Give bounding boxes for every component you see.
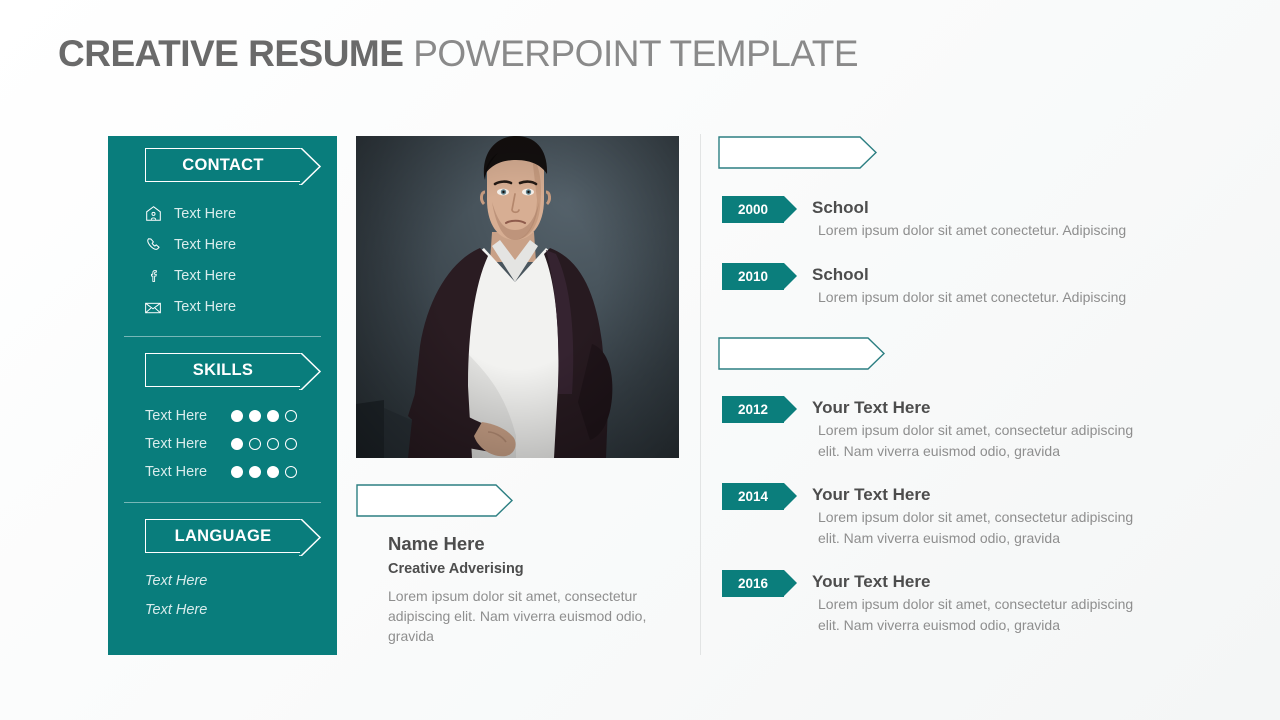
experience-entry: 2016 Your Text Here Lorem ipsum dolor si… [718, 570, 1148, 635]
skill-dot-filled [231, 466, 243, 478]
skill-rating [231, 466, 297, 478]
profile-name: Name Here [388, 533, 485, 554]
phone-icon [142, 235, 164, 255]
profile-photo [356, 136, 679, 458]
education-entry: 2000 School Lorem ipsum dolor sit amet c… [718, 196, 1148, 241]
year-badge-arrow-icon [784, 570, 797, 596]
education-year-badge: 2000 [722, 196, 797, 223]
section-heading-education: EDUCATION [718, 136, 878, 169]
right-column: EDUCATION 2000 School Lorem ipsum dolor … [718, 136, 1148, 635]
contact-item-facebook[interactable]: Text Here [142, 260, 337, 291]
profile-role: Creative Adverising [388, 561, 524, 577]
skill-dot-empty [285, 466, 297, 478]
experience-entry-title: Your Text Here [812, 485, 931, 504]
year-badge-arrow-icon [784, 396, 797, 422]
chevron-right-icon [299, 147, 322, 185]
page-title: CREATIVE RESUME POWERPOINT TEMPLATE [58, 33, 859, 75]
year-badge-arrow-icon [784, 196, 797, 222]
skill-dot-empty [285, 410, 297, 422]
contact-item-email-label: Text Here [174, 298, 237, 315]
sidebar-heading-skills: SKILLS [145, 352, 322, 390]
language-item: Text Here [145, 573, 208, 589]
education-entry-title: School [812, 264, 869, 284]
chevron-right-icon [299, 352, 322, 390]
skills-list: Text Here Text Here Text Here [108, 402, 337, 486]
experience-entry: 2012 Your Text Here Lorem ipsum dolor si… [718, 396, 1148, 461]
skill-dot-filled [231, 410, 243, 422]
skill-dot-empty [267, 438, 279, 450]
section-heading-profile: PROFILE [356, 484, 514, 517]
education-entry-title: School [812, 198, 869, 217]
sidebar-heading-contact: CONTACT [145, 147, 322, 185]
sidebar-heading-skills-label: SKILLS [192, 360, 254, 379]
education-entry-description: Lorem ipsum dolor sit amet conectetur. A… [818, 288, 1127, 305]
column-divider [700, 134, 701, 655]
contact-list: Text Here Text Here Text Here Text Here [142, 198, 337, 322]
experience-year-badge: 2016 [722, 570, 797, 597]
skill-dot-filled [267, 410, 279, 422]
experience-entry-description: Lorem ipsum dolor sit amet, consectetur … [818, 596, 1134, 633]
skill-dot-filled [231, 438, 243, 450]
skill-dot-empty [249, 438, 261, 450]
sidebar: CONTACT Text Here Text Here Text Here Te… [108, 136, 337, 655]
experience-year-badge: 2012 [722, 396, 797, 423]
skill-dot-filled [249, 466, 261, 478]
banner-outline-arrow-icon [356, 484, 514, 517]
skill-item: Text Here [145, 430, 337, 458]
sidebar-heading-contact-label: CONTACT [182, 155, 264, 174]
experience-entry-description: Lorem ipsum dolor sit amet, consectetur … [818, 509, 1134, 546]
education-entry-description: Lorem ipsum dolor sit amet conectetur. A… [818, 222, 1127, 238]
year-badge-arrow-icon [784, 262, 797, 289]
education-year-label: 2010 [737, 268, 769, 284]
education-year-label: 2000 [737, 202, 769, 217]
sidebar-heading-language-label: LANGUAGE [174, 526, 272, 545]
language-item: Text Here [145, 602, 208, 618]
skill-item-label: Text Here [145, 408, 208, 424]
page-title-strong: CREATIVE RESUME [58, 33, 404, 74]
experience-entry-description: Lorem ipsum dolor sit amet, consectetur … [818, 422, 1134, 459]
experience-year-badge: 2014 [722, 483, 797, 510]
contact-item-facebook-label: Text Here [174, 267, 237, 284]
slide-canvas: CREATIVE RESUME POWERPOINT TEMPLATE CONT… [0, 0, 1280, 720]
profile-section: PROFILE Name Here Creative Adverising Lo… [356, 484, 686, 646]
banner-outline-arrow-icon [718, 136, 878, 169]
year-badge-arrow-icon [784, 483, 797, 509]
skill-rating [231, 410, 297, 422]
contact-item-home[interactable]: Text Here [142, 198, 337, 229]
contact-item-phone-label: Text Here [174, 236, 237, 253]
skill-dot-filled [267, 466, 279, 478]
contact-item-home-label: Text Here [174, 205, 237, 222]
experience-entry-title: Your Text Here [812, 572, 931, 591]
chevron-right-icon [299, 518, 322, 556]
skill-item-label: Text Here [145, 464, 208, 480]
experience-year-label: 2012 [737, 402, 769, 417]
page-title-light: POWERPOINT TEMPLATE [413, 33, 859, 74]
skill-dot-filled [249, 410, 261, 422]
skill-dot-empty [285, 438, 297, 450]
experience-year-label: 2014 [737, 489, 769, 504]
education-entry: 2010 School Lorem ipsum dolor sit amet c… [718, 262, 1148, 308]
skill-item-label: Text Here [145, 436, 208, 452]
profile-description: Lorem ipsum dolor sit amet, consectetur … [388, 588, 647, 644]
facebook-icon [142, 266, 164, 286]
skill-rating [231, 438, 297, 450]
envelope-icon [142, 297, 164, 317]
sidebar-heading-language: LANGUAGE [145, 518, 322, 556]
education-year-badge: 2010 [722, 262, 797, 290]
banner-outline-arrow-icon [718, 337, 886, 370]
skill-item: Text Here [145, 402, 337, 430]
language-list: Text Here Text Here [108, 567, 337, 625]
contact-item-email[interactable]: Text Here [142, 291, 337, 322]
home-icon [142, 204, 164, 224]
experience-entry: 2014 Your Text Here Lorem ipsum dolor si… [718, 483, 1148, 548]
experience-year-label: 2016 [737, 576, 769, 591]
section-heading-experience: EXPERIENCE [718, 337, 886, 370]
photo-vignette [356, 136, 679, 458]
skill-item: Text Here [145, 458, 337, 486]
contact-item-phone[interactable]: Text Here [142, 229, 337, 260]
experience-entry-title: Your Text Here [812, 398, 931, 417]
